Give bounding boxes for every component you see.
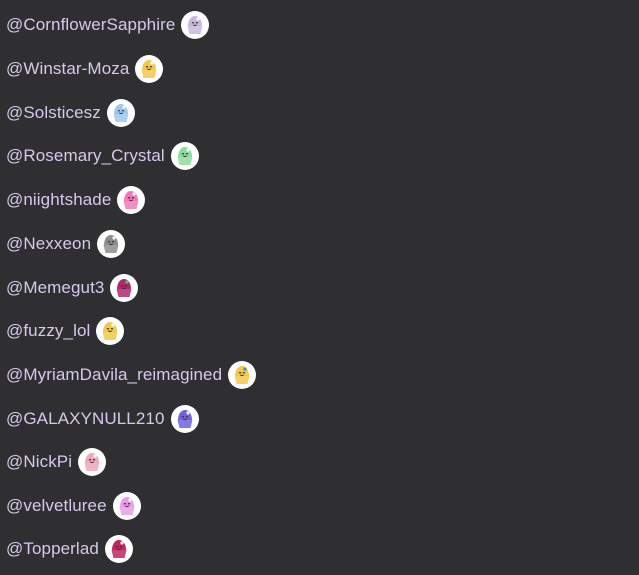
user-row: @GALAXYNULL210	[6, 403, 199, 435]
cupcake-cup	[177, 157, 193, 165]
cupcake-icon[interactable]	[96, 317, 125, 345]
cupcake-icon[interactable]	[112, 492, 141, 520]
cupcake-icon[interactable]	[135, 55, 164, 83]
cupcake-frosting	[103, 322, 118, 332]
user-row: @fuzzy_lol	[6, 315, 125, 347]
cupcake-icon[interactable]	[228, 361, 257, 389]
cupcake-sprinkle	[243, 367, 247, 371]
cupcake-frosting	[235, 366, 250, 376]
cupcake-sprinkle	[125, 280, 130, 284]
cupcake-frosting	[117, 279, 132, 289]
cupcake-icon[interactable]	[170, 142, 199, 170]
user-mention-link[interactable]: @Winstar-Moza	[6, 59, 129, 79]
cupcake-frosting	[124, 191, 139, 201]
cupcake-cup	[123, 201, 139, 209]
cupcake-cup	[119, 507, 135, 515]
user-mention-link[interactable]: @Topperlad	[6, 539, 99, 559]
user-mention-link[interactable]: @Nexxeon	[6, 234, 91, 254]
cupcake-cup	[102, 332, 118, 340]
user-mention-link[interactable]: @Solsticesz	[6, 103, 101, 123]
cupcake-sprinkle	[186, 148, 190, 152]
user-mention-link[interactable]: @velvetluree	[6, 496, 107, 516]
cupcake-graphic	[84, 453, 100, 471]
cupcake-graphic	[113, 104, 129, 122]
cupcake-frosting	[177, 410, 192, 420]
cupcake-sprinkle	[196, 17, 201, 21]
cupcake-graphic	[234, 366, 250, 384]
cupcake-graphic	[116, 279, 132, 297]
cupcake-sprinkle	[132, 192, 137, 196]
cupcake-frosting	[104, 235, 119, 245]
user-mention-link[interactable]: @niightshade	[6, 190, 111, 210]
cupcake-graphic	[119, 497, 135, 515]
cupcake-icon[interactable]	[97, 230, 126, 258]
user-row: @Memegut3	[6, 272, 139, 304]
cupcake-sprinkle	[120, 541, 124, 545]
cupcake-frosting	[113, 104, 128, 114]
cupcake-sprinkle	[150, 61, 155, 65]
cupcake-cup	[234, 376, 250, 384]
user-row: @velvetluree	[6, 490, 141, 522]
user-row: @Solsticesz	[6, 97, 135, 129]
user-row: @CornflowerSapphire	[6, 9, 210, 41]
cupcake-cup	[111, 550, 127, 558]
cupcake-graphic	[177, 410, 193, 428]
cupcake-icon[interactable]	[170, 405, 199, 433]
cupcake-icon[interactable]	[117, 186, 146, 214]
cupcake-graphic	[187, 16, 203, 34]
cupcake-sprinkle	[185, 411, 190, 415]
cupcake-cup	[116, 289, 132, 297]
user-mention-link[interactable]: @Memegut3	[6, 278, 104, 298]
cupcake-cup	[113, 114, 129, 122]
cupcake-sprinkle	[112, 236, 116, 240]
cupcake-icon[interactable]	[104, 535, 133, 563]
cupcake-cup	[141, 70, 157, 78]
cupcake-frosting	[177, 147, 192, 157]
cupcake-sprinkle	[111, 323, 116, 327]
user-row: @MyriamDavila_reimagined	[6, 359, 257, 391]
cupcake-cup	[103, 245, 119, 253]
cupcake-graphic	[111, 540, 127, 558]
cupcake-icon[interactable]	[110, 274, 139, 302]
cupcake-frosting	[111, 540, 126, 550]
cupcake-graphic	[177, 147, 193, 165]
cupcake-cup	[84, 463, 100, 471]
user-mention-link[interactable]: @fuzzy_lol	[6, 321, 90, 341]
cupcake-sprinkle	[93, 454, 97, 458]
user-row: @NickPi	[6, 446, 107, 478]
user-mention-link[interactable]: @CornflowerSapphire	[6, 15, 175, 35]
user-row: @niightshade	[6, 184, 146, 216]
user-mention-link[interactable]: @GALAXYNULL210	[6, 409, 165, 429]
user-mention-link[interactable]: @NickPi	[6, 452, 72, 472]
cupcake-graphic	[141, 60, 157, 78]
cupcake-graphic	[103, 235, 119, 253]
user-row: @Topperlad	[6, 533, 133, 565]
cupcake-frosting	[119, 497, 134, 507]
cupcake-graphic	[123, 191, 139, 209]
cupcake-frosting	[85, 453, 100, 463]
cupcake-cup	[177, 420, 193, 428]
cupcake-cup	[187, 26, 203, 34]
user-row: @Nexxeon	[6, 228, 126, 260]
cupcake-graphic	[102, 322, 118, 340]
cupcake-sprinkle	[128, 498, 132, 502]
cupcake-frosting	[142, 60, 157, 70]
cupcake-sprinkle	[122, 105, 126, 109]
cupcake-icon[interactable]	[181, 11, 210, 39]
cupcake-frosting	[188, 16, 203, 26]
user-row: @Rosemary_Crystal	[6, 140, 199, 172]
cupcake-icon[interactable]	[106, 99, 135, 127]
user-mention-link[interactable]: @MyriamDavila_reimagined	[6, 365, 222, 385]
user-row: @Winstar-Moza	[6, 53, 164, 85]
cupcake-icon[interactable]	[78, 448, 107, 476]
user-mention-link[interactable]: @Rosemary_Crystal	[6, 146, 165, 166]
